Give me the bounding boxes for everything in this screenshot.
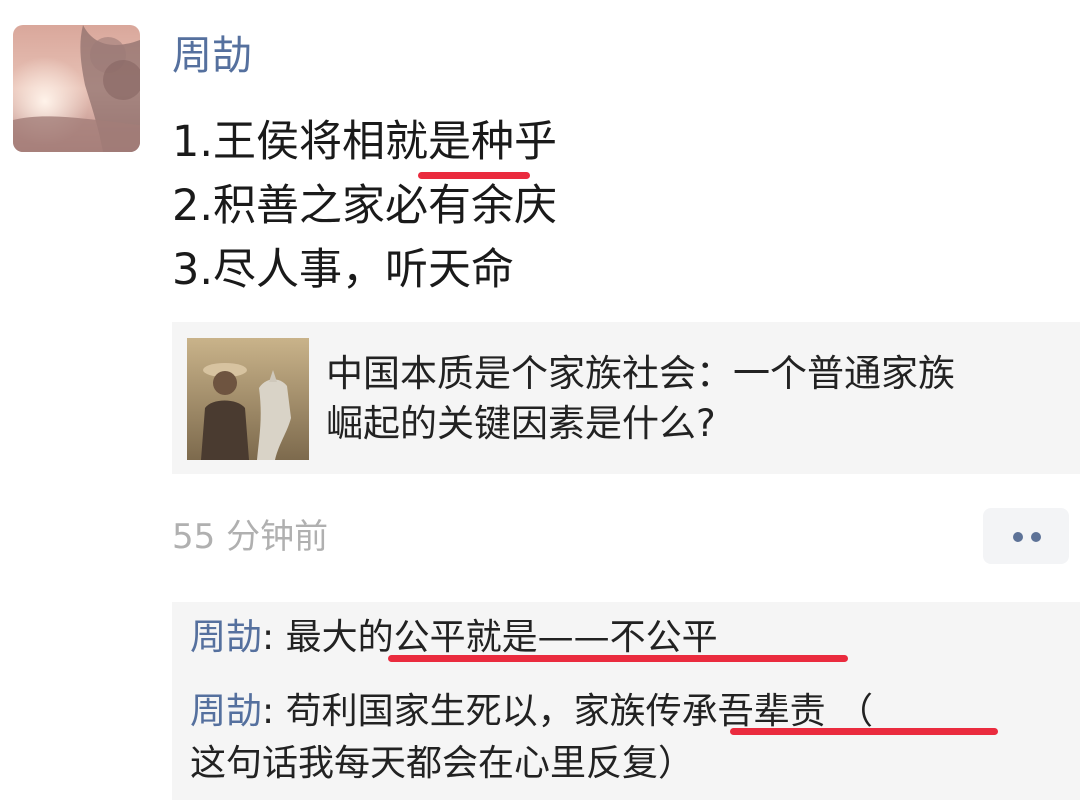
red-underline-mark <box>388 655 848 662</box>
comment-text: 最大的公平就是——不公平 <box>285 617 718 658</box>
dot <box>1013 532 1023 542</box>
comment-separator: : <box>262 691 286 732</box>
author-name[interactable]: 周劼 <box>172 28 252 84</box>
link-title-line: 中国本质是个家族社会：一个普通家族 <box>326 352 955 395</box>
link-title: 中国本质是个家族社会：一个普通家族 崛起的关键因素是什么? <box>326 349 1071 449</box>
more-dots-icon[interactable] <box>983 508 1069 564</box>
comment-separator: : <box>262 617 286 658</box>
post-timestamp: 55 分钟前 <box>172 517 329 557</box>
post-line: 1.王侯将相就是种乎 <box>172 117 558 167</box>
post-line: 2.积善之家必有余庆 <box>172 181 558 231</box>
red-underline-mark <box>730 728 998 735</box>
comment-section: 周劼: 最大的公平就是——不公平 周劼: 苟利国家生死以，家族传承吾辈责 （ 这… <box>172 602 1080 800</box>
comment-text: 苟利国家生死以，家族传承吾辈责 （ <box>285 691 874 732</box>
comment-author[interactable]: 周劼 <box>190 691 262 732</box>
post-line: 3.尽人事，听天命 <box>172 245 515 295</box>
post-body: 1.王侯将相就是种乎 2.积善之家必有余庆 3.尽人事，听天命 <box>172 110 1012 302</box>
comment-item[interactable]: 周劼: 苟利国家生死以，家族传承吾辈责 （ 这句话我每天都会在心里反复） <box>190 686 1075 790</box>
link-title-line: 崛起的关键因素是什么? <box>326 402 716 445</box>
link-card[interactable]: 中国本质是个家族社会：一个普通家族 崛起的关键因素是什么? <box>172 322 1080 474</box>
comment-author[interactable]: 周劼 <box>190 617 262 658</box>
link-thumbnail-image <box>187 338 309 460</box>
avatar[interactable] <box>13 25 140 152</box>
red-underline-mark <box>418 172 530 179</box>
comment-text-continued: 这句话我每天都会在心里反复） <box>190 743 695 784</box>
dot <box>1031 532 1041 542</box>
